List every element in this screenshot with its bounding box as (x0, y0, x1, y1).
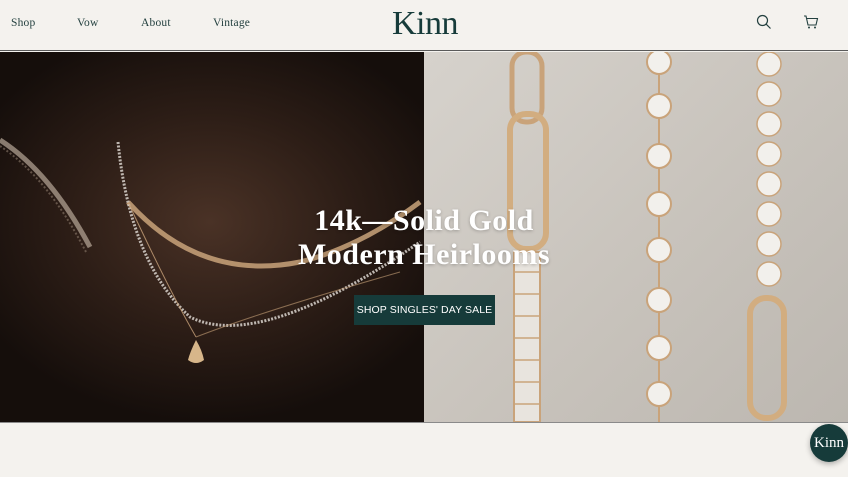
nav-link-vow[interactable]: Vow (77, 17, 98, 29)
nav-link-shop[interactable]: Shop (11, 17, 35, 29)
hero-banner: 14k—Solid Gold Modern Heirlooms SHOP SIN… (0, 52, 848, 422)
hero-title-line-2: Modern Heirlooms (297, 238, 551, 271)
search-button[interactable] (753, 13, 775, 35)
cart-button[interactable] (800, 13, 822, 35)
top-navigation: Shop Vow About Vintage Kinn (0, 0, 848, 51)
below-fold-section (0, 422, 848, 477)
nav-link-about[interactable]: About (141, 17, 171, 29)
shop-sale-button[interactable]: SHOP SINGLES' DAY SALE (354, 295, 495, 325)
nav-link-vintage[interactable]: Vintage (213, 17, 250, 29)
search-icon (756, 14, 772, 35)
cart-icon (803, 14, 819, 35)
brand-logo[interactable]: Kinn (392, 4, 459, 44)
hero-title: 14k—Solid Gold Modern Heirlooms (0, 204, 848, 272)
hero-title-line-1: 14k—Solid Gold (314, 204, 534, 237)
chat-widget-button[interactable]: Kinn (810, 424, 848, 462)
